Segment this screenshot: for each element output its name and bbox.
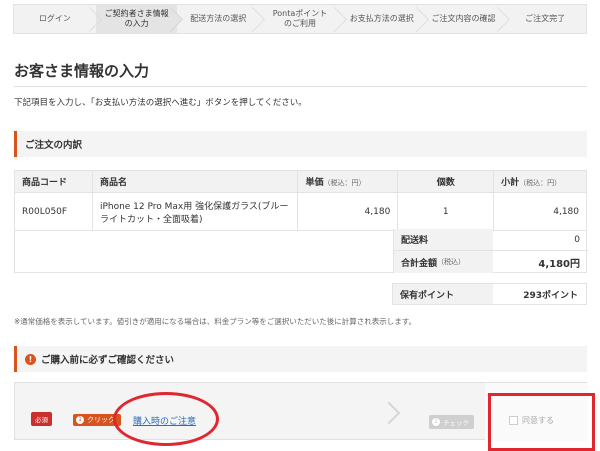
table-row: R00L050F iPhone 12 Pro Max用 強化保護ガラス(ブルーラ… (14, 192, 587, 231)
points-row: 保有ポイント 293ポイント (392, 283, 587, 305)
chevron-right-icon (377, 401, 401, 425)
step-customer-info: ご契約者さま情報 の入力 (95, 5, 178, 33)
total-value: 4,180円 (538, 258, 580, 270)
item-code: R00L050F (14, 192, 93, 231)
col-code: 商品コード (14, 170, 93, 193)
item-name: iPhone 12 Pro Max用 強化保護ガラス(ブルーライトカット・全面吸… (91, 192, 299, 231)
shipping-label: 配送料 (393, 229, 493, 250)
step-ponta: Pontaポイント のご利用 (259, 5, 341, 33)
order-heading-text: ご注文の内訳 (25, 140, 83, 151)
check-step-tag: 2 チェック (429, 415, 474, 429)
item-unit-price: 4,180 (297, 192, 399, 231)
shipping-row: 配送料 0 (393, 229, 588, 251)
col-unit: 単価（税込：円） (297, 170, 399, 193)
col-qty: 個数 (397, 170, 495, 193)
confirm-section-heading: ! ご購入前に必ずご確認ください (14, 346, 587, 372)
points-value: 293ポイント (523, 290, 578, 301)
checkout-stepper: ログイン ご契約者さま情報 の入力 配送方法の選択 Pontaポイント のご利用… (13, 4, 587, 34)
order-table: 商品コード 商品名 単価（税込：円） 個数 小計（税込：円） R00L050F … (14, 170, 587, 231)
highlight-oval (113, 392, 219, 446)
step-two-icon: 2 (432, 418, 440, 426)
order-table-header: 商品コード 商品名 単価（税込：円） 個数 小計（税込：円） (14, 170, 587, 193)
title-divider (14, 86, 587, 87)
summary-box: 配送料 0 合計金額 （税込） 4,180円 (14, 229, 588, 273)
page-title: お客さま情報の入力 (14, 62, 150, 80)
required-badge: 必須 (31, 412, 52, 426)
price-note: ※通常価格を表示しています。値引きが適用になる場合は、料金プラン等をご選択いただ… (14, 317, 417, 326)
page-instructions: 下記項目を入力し、「お支払い方法の選択へ進む」ボタンを押してください。 (14, 98, 307, 108)
order-section-heading: ご注文の内訳 (14, 131, 587, 157)
warning-icon: ! (25, 353, 36, 365)
step-one-icon: 1 (76, 416, 84, 424)
step-payment: お支払方法の選択 (341, 5, 423, 33)
total-row: 合計金額 （税込） 4,180円 (393, 251, 588, 273)
points-label: 保有ポイント (393, 284, 493, 304)
step-login: ログイン (14, 5, 96, 33)
total-label: 合計金額 （税込） (393, 251, 493, 273)
confirm-heading-text: ご購入前に必ずご確認ください (41, 355, 175, 366)
highlight-rectangle (488, 393, 595, 451)
step-complete: ご注文完了 (525, 14, 566, 23)
step-review: ご注文内容の確認 (423, 5, 505, 33)
item-quantity: 1 (397, 192, 495, 231)
shipping-value: 0 (574, 234, 580, 245)
col-subtotal: 小計（税込：円） (493, 170, 587, 193)
col-name: 商品名 (91, 170, 299, 193)
item-subtotal: 4,180 (493, 192, 587, 231)
step-shipping: 配送方法の選択 (177, 5, 259, 33)
